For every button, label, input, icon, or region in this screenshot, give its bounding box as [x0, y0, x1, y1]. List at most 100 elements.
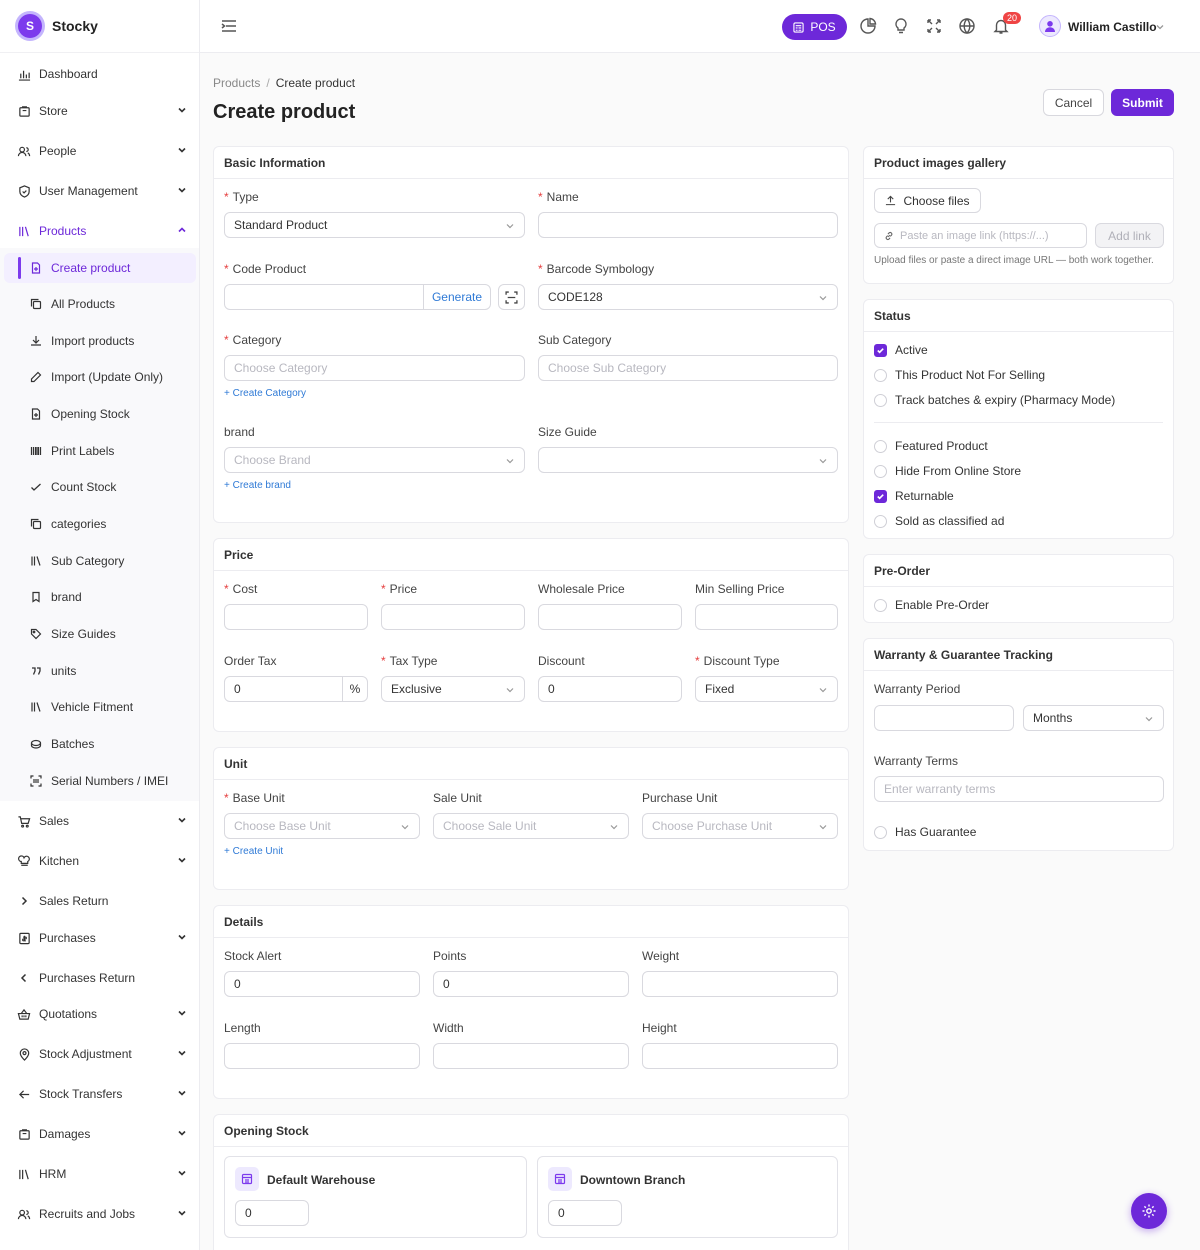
classified-ad-checkbox[interactable]: Sold as classified ad — [874, 514, 1004, 528]
avatar[interactable] — [1039, 15, 1061, 37]
sidebar-item-sales[interactable]: Sales — [0, 806, 199, 836]
sidebar-sub-serial-numbers[interactable]: Serial Numbers / IMEI — [4, 766, 196, 796]
sidebar-item-stock-adjustment[interactable]: Stock Adjustment — [0, 1039, 199, 1069]
bookmark-icon — [30, 591, 42, 603]
sidebar-sub-categories[interactable]: categories — [4, 509, 196, 539]
fullscreen-icon[interactable] — [925, 17, 943, 35]
discount-input[interactable]: 0 — [538, 676, 682, 702]
menu-toggle-icon[interactable] — [220, 17, 238, 35]
base-unit-select[interactable]: Choose Base Unit — [224, 813, 420, 839]
wholesale-input[interactable] — [538, 604, 682, 630]
cancel-button[interactable]: Cancel — [1043, 89, 1104, 116]
not-for-selling-checkbox[interactable]: This Product Not For Selling — [874, 368, 1045, 382]
purchase-unit-select[interactable]: Choose Purchase Unit — [642, 813, 838, 839]
tax-type-select[interactable]: Exclusive — [381, 676, 525, 702]
stock-alert-input[interactable]: 0 — [224, 971, 420, 997]
sidebar-sub-batches[interactable]: Batches — [4, 729, 196, 759]
create-brand-link[interactable]: + Create brand — [224, 480, 291, 491]
scan-icon — [30, 775, 42, 787]
warranty-period-input[interactable] — [874, 705, 1014, 731]
cake-icon — [30, 738, 42, 750]
warehouse-qty-input[interactable]: 0 — [548, 1200, 622, 1226]
sidebar-sub-size-guides[interactable]: Size Guides — [4, 619, 196, 649]
chevron-down-icon — [178, 1170, 186, 1176]
sidebar-sub-sub-category[interactable]: Sub Category — [4, 546, 196, 576]
track-batches-checkbox[interactable]: Track batches & expiry (Pharmacy Mode) — [874, 393, 1115, 407]
returnable-checkbox[interactable]: Returnable — [874, 489, 954, 503]
discount-type-select[interactable]: Fixed — [695, 676, 838, 702]
sidebar-item-recruits[interactable]: Recruits and Jobs — [0, 1199, 199, 1229]
globe-icon[interactable] — [958, 17, 976, 35]
enable-preorder-checkbox[interactable]: Enable Pre-Order — [874, 598, 989, 612]
sidebar-item-store[interactable]: Store — [0, 96, 199, 126]
create-unit-link[interactable]: + Create Unit — [224, 846, 283, 857]
sidebar-item-people[interactable]: People — [0, 136, 199, 166]
submit-button[interactable]: Submit — [1111, 89, 1174, 116]
sidebar-item-kitchen[interactable]: Kitchen — [0, 846, 199, 876]
type-select[interactable]: Standard Product — [224, 212, 525, 238]
choose-files-button[interactable]: Choose files — [874, 188, 981, 213]
min-selling-input[interactable] — [695, 604, 838, 630]
user-name[interactable]: William Castillo — [1068, 20, 1157, 34]
order-tax-input[interactable]: 0 % — [224, 676, 368, 702]
sidebar-item-label: People — [39, 144, 77, 158]
sidebar-sub-import-update[interactable]: Import (Update Only) — [4, 362, 196, 392]
chevron-down-icon[interactable] — [1155, 22, 1165, 32]
has-guarantee-checkbox[interactable]: Has Guarantee — [874, 825, 976, 839]
weight-input[interactable] — [642, 971, 838, 997]
height-input[interactable] — [642, 1043, 838, 1069]
sidebar-item-user-management[interactable]: User Management — [0, 176, 199, 206]
sidebar-sub-all-products[interactable]: All Products — [4, 289, 196, 319]
sidebar-sub-vehicle-fitment[interactable]: Vehicle Fitment — [4, 692, 196, 722]
sidebar-sub-import-products[interactable]: Import products — [4, 326, 196, 356]
sidebar-item-products[interactable]: Products — [0, 216, 199, 246]
sidebar-sub-count-stock[interactable]: Count Stock — [4, 472, 196, 502]
subcategory-select[interactable]: Choose Sub Category — [538, 355, 838, 381]
category-select[interactable]: Choose Category — [224, 355, 525, 381]
chevron-down-icon — [178, 1010, 186, 1016]
name-input[interactable] — [538, 212, 838, 238]
warranty-unit-select[interactable]: Months — [1023, 705, 1164, 731]
sidebar-item-quotations[interactable]: Quotations — [0, 999, 199, 1029]
create-category-link[interactable]: + Create Category — [224, 388, 306, 399]
lightbulb-icon[interactable] — [892, 17, 910, 35]
sidebar-sub-create-product[interactable]: Create product — [4, 253, 196, 283]
sidebar-item-damages[interactable]: Damages — [0, 1119, 199, 1149]
length-input[interactable] — [224, 1043, 420, 1069]
sidebar-item-stock-transfers[interactable]: Stock Transfers — [0, 1079, 199, 1109]
breadcrumb-products[interactable]: Products — [213, 76, 260, 90]
cost-input[interactable] — [224, 604, 368, 630]
sidebar-item-sales-return[interactable]: Sales Return — [0, 886, 199, 916]
sidebar-sub-opening-stock[interactable]: Opening Stock — [4, 399, 196, 429]
sidebar-item-hrm[interactable]: HRM — [0, 1159, 199, 1189]
sale-unit-select[interactable]: Choose Sale Unit — [433, 813, 629, 839]
width-input[interactable] — [433, 1043, 629, 1069]
generate-button[interactable]: Generate — [423, 285, 490, 309]
pos-button[interactable]: POS — [782, 14, 847, 40]
barcode-select[interactable]: CODE128 — [538, 284, 838, 310]
code-input[interactable]: Generate — [224, 284, 491, 310]
warehouse-qty-input[interactable]: 0 — [235, 1200, 309, 1226]
sidebar-item-purchases-return[interactable]: Purchases Return — [0, 963, 199, 993]
hide-online-checkbox[interactable]: Hide From Online Store — [874, 464, 1021, 478]
sidebar-item-label: Purchases — [39, 931, 96, 945]
featured-checkbox[interactable]: Featured Product — [874, 439, 988, 453]
add-link-button[interactable]: Add link — [1095, 223, 1164, 248]
sidebar-item-purchases[interactable]: Purchases — [0, 923, 199, 953]
pie-chart-icon[interactable] — [859, 17, 877, 35]
brand[interactable]: S Stocky — [0, 0, 199, 53]
settings-fab[interactable] — [1131, 1193, 1167, 1229]
image-link-input[interactable]: Paste an image link (https://...) — [874, 223, 1087, 248]
chevron-left-icon — [17, 971, 31, 985]
brand-select[interactable]: Choose Brand — [224, 447, 525, 473]
sidebar-sub-print-labels[interactable]: Print Labels — [4, 436, 196, 466]
price-input[interactable] — [381, 604, 525, 630]
size-guide-select[interactable] — [538, 447, 838, 473]
sidebar-sub-brand[interactable]: brand — [4, 582, 196, 612]
warranty-terms-input[interactable]: Enter warranty terms — [874, 776, 1164, 802]
points-input[interactable]: 0 — [433, 971, 629, 997]
scan-barcode-button[interactable] — [498, 284, 525, 310]
active-checkbox[interactable]: Active — [874, 343, 928, 357]
sidebar-sub-units[interactable]: units — [4, 656, 196, 686]
sidebar-item-dashboard[interactable]: Dashboard — [0, 59, 199, 89]
